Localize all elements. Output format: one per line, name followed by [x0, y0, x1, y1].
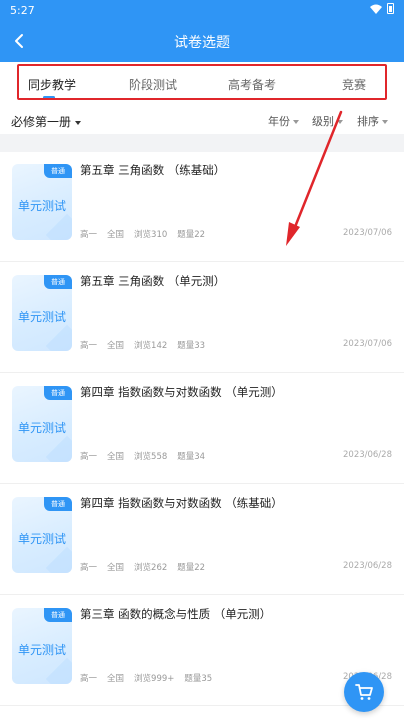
thumbnail-label: 单元测试 [17, 532, 66, 546]
card-divider [0, 705, 404, 706]
paper-region: 全国 [107, 452, 125, 462]
paper-meta: 高一 全国 浏览310 题量22 [80, 228, 205, 240]
thumbnail-label: 单元测试 [17, 199, 66, 213]
thumbnail-corner-decoration [45, 213, 72, 240]
filter-bar: 必修第一册 年份 级别 排序 [0, 106, 404, 134]
cart-icon [355, 684, 373, 700]
paper-meta: 高一 全国 浏览142 题量33 [80, 339, 205, 351]
paper-views: 浏览310 [134, 230, 168, 240]
wifi-icon [370, 4, 382, 14]
cart-button[interactable] [344, 672, 384, 712]
thumbnail-label: 单元测试 [17, 310, 66, 324]
thumbnail-corner-decoration [45, 657, 72, 684]
paper-card[interactable]: 普通 单元测试 第五章 三角函数 （单元测） 高一 全国 浏览142 题量33 … [0, 263, 404, 373]
card-divider [0, 594, 404, 595]
paper-thumbnail: 普通 单元测试 [12, 386, 72, 462]
paper-date: 2023/07/06 [343, 339, 392, 349]
paper-question-count: 题量22 [177, 230, 206, 240]
caret-down-icon [382, 120, 388, 124]
paper-grade: 高一 [80, 452, 98, 462]
paper-grade: 高一 [80, 674, 98, 684]
caret-down-icon [337, 120, 343, 124]
paper-title: 第五章 三角函数 （单元测） [80, 274, 226, 288]
section-gap [0, 134, 404, 152]
card-divider [0, 483, 404, 484]
paper-views: 浏览999+ [134, 674, 175, 684]
annotation-highlight-box [17, 64, 387, 100]
paper-title: 第四章 指数函数与对数函数 （单元测） [80, 385, 283, 399]
paper-views: 浏览262 [134, 563, 168, 573]
textbook-selector[interactable]: 必修第一册 [11, 113, 82, 130]
paper-region: 全国 [107, 230, 125, 240]
paper-views: 浏览558 [134, 452, 168, 462]
status-time: 5:27 [10, 4, 35, 17]
paper-badge: 普通 [44, 275, 72, 289]
paper-grade: 高一 [80, 230, 98, 240]
thumbnail-label: 单元测试 [17, 643, 66, 657]
paper-date: 2023/06/28 [343, 561, 392, 571]
paper-date: 2023/06/28 [343, 450, 392, 460]
paper-badge: 普通 [44, 164, 72, 178]
app-header: 试卷选题 [0, 20, 404, 62]
paper-badge: 普通 [44, 608, 72, 622]
paper-badge: 普通 [44, 386, 72, 400]
paper-question-count: 题量33 [177, 341, 206, 351]
paper-thumbnail: 普通 单元测试 [12, 608, 72, 684]
paper-card[interactable]: 普通 单元测试 第四章 指数函数与对数函数 （练基础） 高一 全国 浏览262 … [0, 485, 404, 595]
paper-title: 第五章 三角函数 （练基础） [80, 163, 226, 177]
status-bar: 5:27 [0, 0, 404, 20]
paper-question-count: 题量22 [177, 563, 206, 573]
paper-card[interactable]: 普通 单元测试 第四章 指数函数与对数函数 （单元测） 高一 全国 浏览558 … [0, 374, 404, 484]
sort-filter-label: 排序 [357, 115, 379, 128]
paper-selection-screen: 5:27 试卷选题 同步教学 阶段测试 高考备考 竞赛 必修第一册 年份 级别 … [0, 0, 404, 720]
paper-badge: 普通 [44, 497, 72, 511]
card-divider [0, 372, 404, 373]
paper-grade: 高一 [80, 563, 98, 573]
level-filter[interactable]: 级别 [312, 113, 343, 129]
paper-grade: 高一 [80, 341, 98, 351]
status-icons [370, 3, 394, 14]
page-title: 试卷选题 [174, 35, 230, 51]
card-divider [0, 261, 404, 262]
paper-region: 全国 [107, 674, 125, 684]
paper-meta: 高一 全国 浏览558 题量34 [80, 450, 205, 462]
paper-region: 全国 [107, 563, 125, 573]
year-filter[interactable]: 年份 [268, 113, 299, 129]
sort-filter[interactable]: 排序 [357, 113, 388, 129]
paper-meta: 高一 全国 浏览262 题量22 [80, 561, 205, 573]
textbook-label: 必修第一册 [11, 115, 72, 129]
caret-down-icon [293, 120, 299, 124]
paper-title: 第四章 指数函数与对数函数 （练基础） [80, 496, 283, 510]
paper-question-count: 题量34 [177, 452, 206, 462]
battery-icon [387, 3, 394, 14]
paper-thumbnail: 普通 单元测试 [12, 164, 72, 240]
paper-views: 浏览142 [134, 341, 168, 351]
thumbnail-corner-decoration [45, 324, 72, 351]
thumbnail-corner-decoration [45, 435, 72, 462]
level-filter-label: 级别 [312, 115, 334, 128]
paper-thumbnail: 普通 单元测试 [12, 275, 72, 351]
paper-region: 全国 [107, 341, 125, 351]
paper-thumbnail: 普通 单元测试 [12, 497, 72, 573]
paper-question-count: 题量35 [184, 674, 213, 684]
year-filter-label: 年份 [268, 115, 290, 128]
paper-card[interactable]: 普通 单元测试 第五章 三角函数 （练基础） 高一 全国 浏览310 题量22 … [0, 152, 404, 262]
thumbnail-corner-decoration [45, 546, 72, 573]
paper-meta: 高一 全国 浏览999+ 题量35 [80, 672, 212, 684]
paper-title: 第三章 函数的概念与性质 （单元测） [80, 607, 272, 621]
thumbnail-label: 单元测试 [17, 421, 66, 435]
caret-down-icon [75, 120, 82, 125]
paper-date: 2023/07/06 [343, 228, 392, 238]
